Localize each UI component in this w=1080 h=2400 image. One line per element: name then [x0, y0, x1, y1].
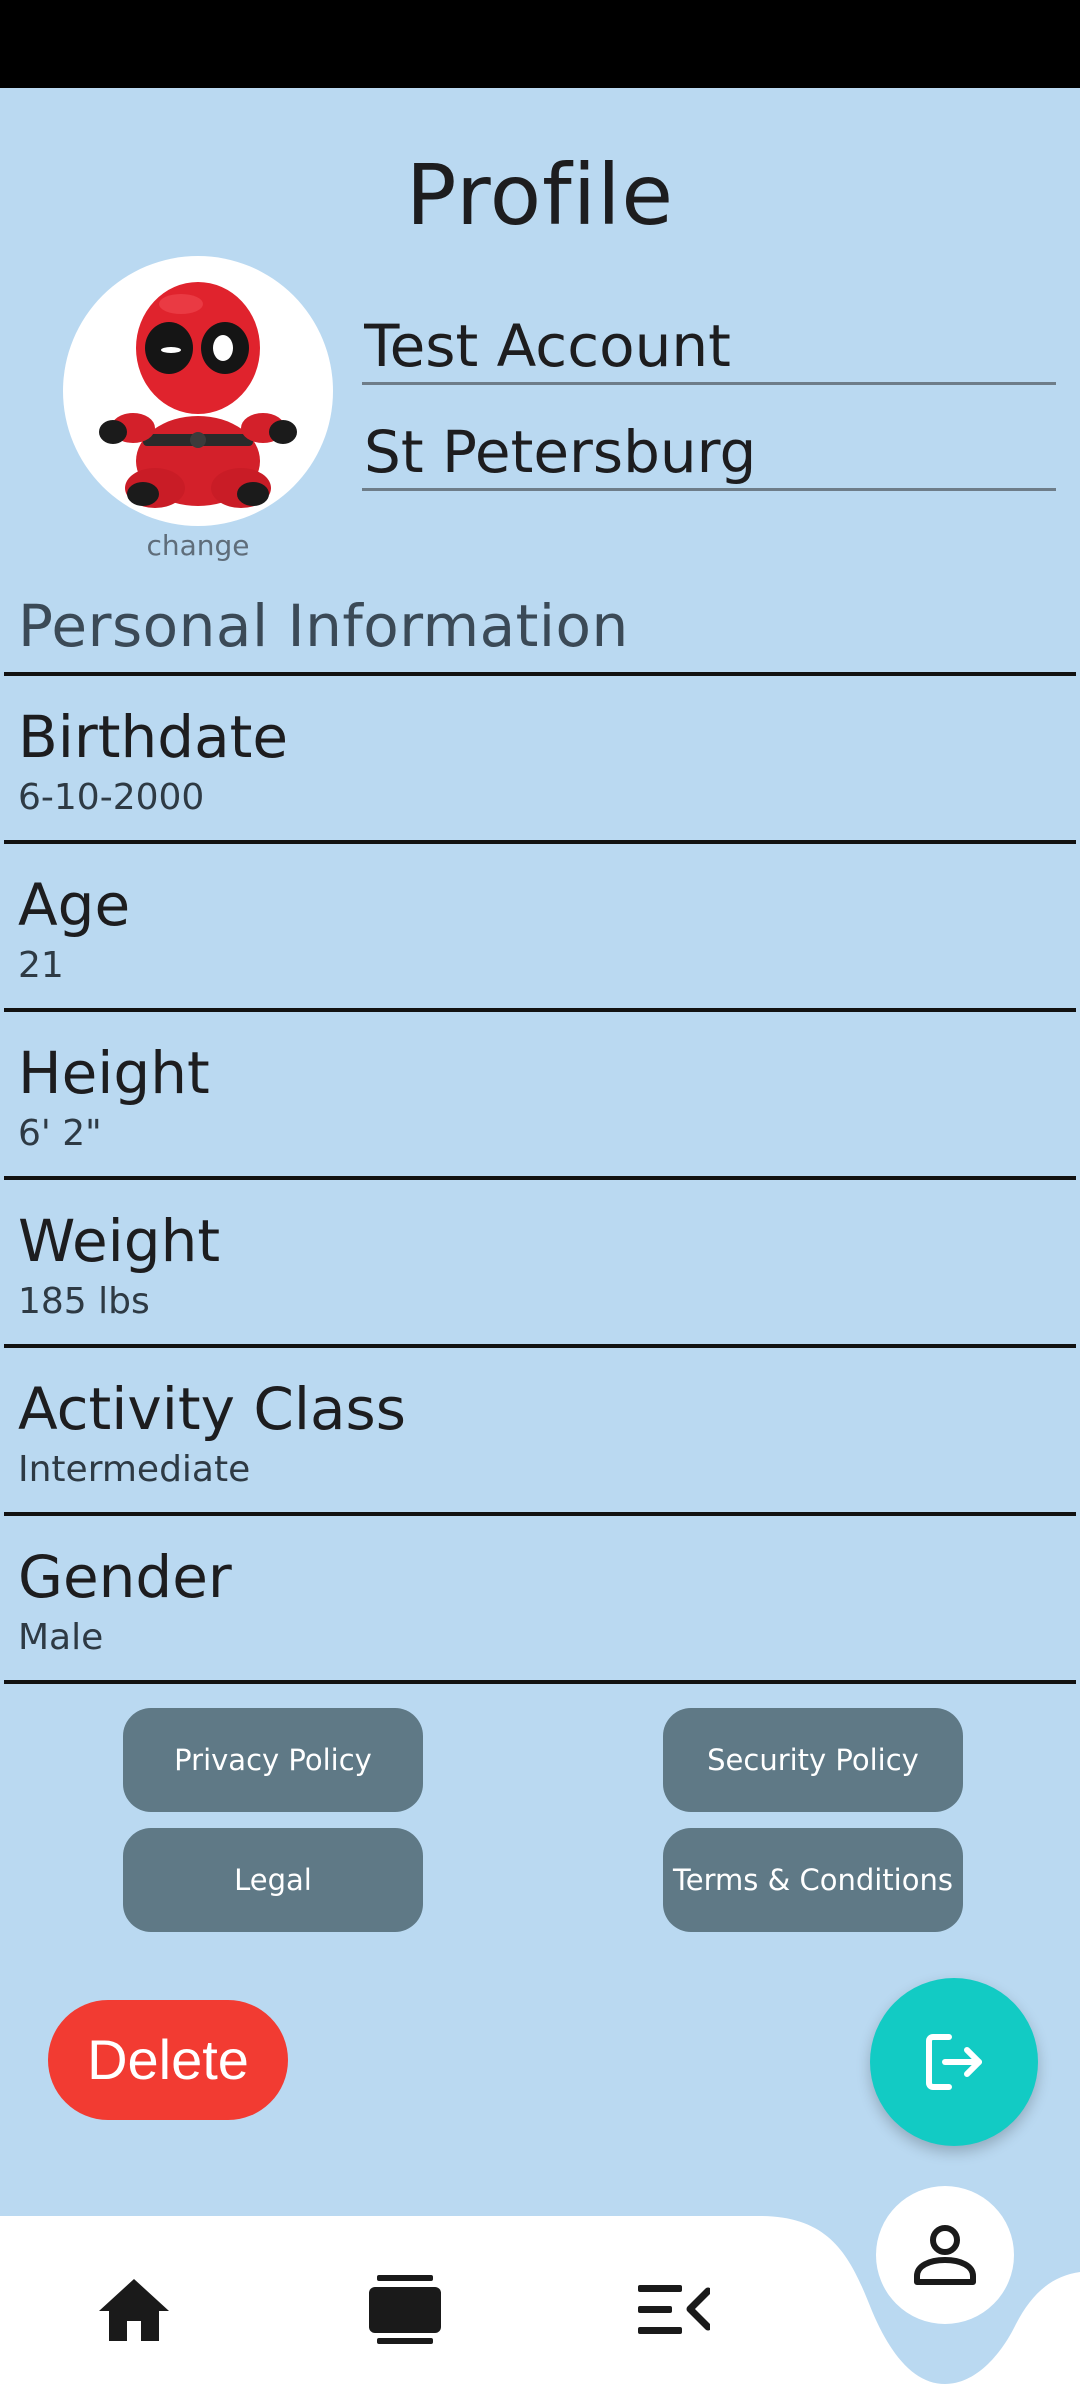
info-row-height[interactable]: Height 6' 2": [4, 1012, 1076, 1180]
info-label: Height: [18, 1039, 210, 1107]
info-label: Birthdate: [18, 703, 289, 771]
deadpool-plush-image: [99, 282, 297, 508]
personal-information-heading: Personal Information: [18, 592, 629, 660]
terms-conditions-button[interactable]: Terms & Conditions: [663, 1828, 963, 1932]
nav-home[interactable]: [74, 2250, 194, 2370]
info-label: Weight: [18, 1207, 221, 1275]
info-label: Gender: [18, 1543, 232, 1611]
city-field[interactable]: [362, 416, 1056, 491]
delete-account-button[interactable]: Delete: [48, 2000, 288, 2120]
info-row-birthdate[interactable]: Birthdate 6-10-2000: [4, 676, 1076, 844]
info-value: 185 lbs: [18, 1281, 150, 1322]
privacy-policy-button[interactable]: Privacy Policy: [123, 1708, 423, 1812]
logout-button[interactable]: [870, 1978, 1038, 2146]
legal-button[interactable]: Legal: [123, 1828, 423, 1932]
status-bar: [0, 0, 1080, 88]
info-value: Intermediate: [18, 1449, 251, 1490]
security-policy-button[interactable]: Security Policy: [663, 1708, 963, 1812]
home-icon: [99, 2279, 169, 2341]
info-label: Activity Class: [18, 1375, 406, 1443]
nav-profile[interactable]: [876, 2186, 1014, 2324]
menu-collapse-icon: [638, 2285, 710, 2334]
name-field[interactable]: [362, 310, 1056, 385]
logout-icon: [926, 2034, 982, 2090]
info-value: 6-10-2000: [18, 777, 205, 818]
info-row-age[interactable]: Age 21: [4, 844, 1076, 1012]
info-row-activity-class[interactable]: Activity Class Intermediate: [4, 1348, 1076, 1516]
card-icon: [369, 2275, 441, 2344]
info-row-weight[interactable]: Weight 185 lbs: [4, 1180, 1076, 1348]
nav-menu[interactable]: [614, 2250, 734, 2370]
info-value: 21: [18, 945, 64, 986]
personal-info-list: Birthdate 6-10-2000 Age 21 Height 6' 2" …: [4, 672, 1076, 1684]
person-icon: [914, 2225, 976, 2285]
info-value: Male: [18, 1617, 104, 1658]
info-row-gender[interactable]: Gender Male: [4, 1516, 1076, 1684]
nav-cards[interactable]: [345, 2250, 465, 2370]
avatar[interactable]: [63, 256, 333, 526]
change-avatar-link[interactable]: change: [63, 528, 333, 564]
info-label: Age: [18, 871, 131, 939]
info-value: 6' 2": [18, 1113, 102, 1154]
page-title: Profile: [405, 146, 675, 244]
